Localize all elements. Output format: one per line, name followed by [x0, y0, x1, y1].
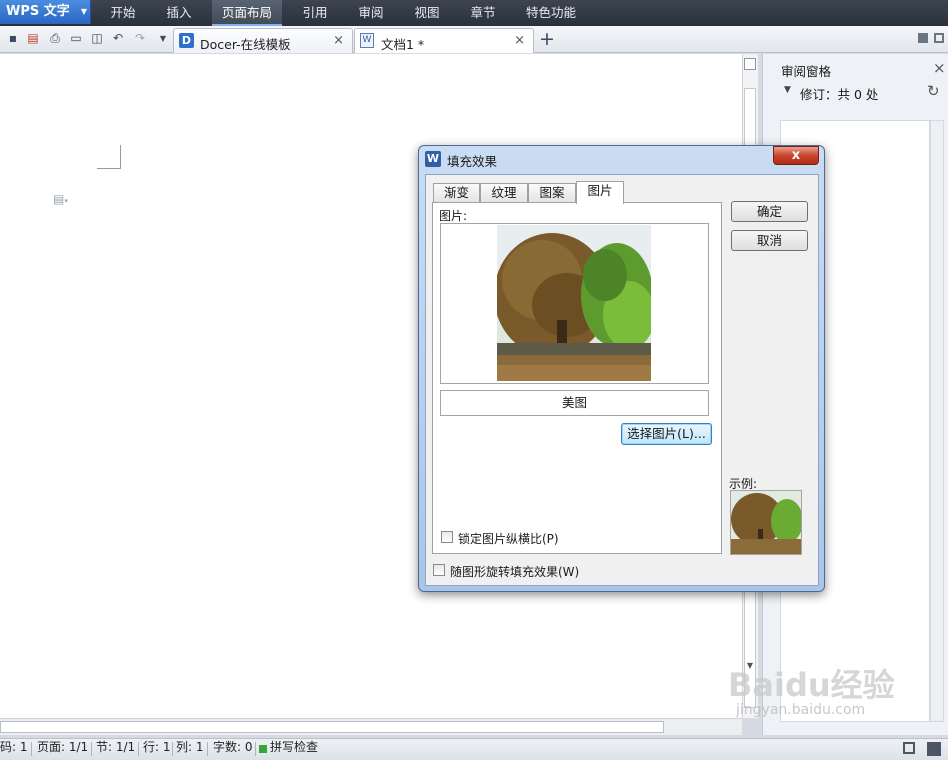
tab-gradient[interactable]: 渐变: [433, 183, 480, 203]
scroll-up-button[interactable]: [744, 58, 756, 70]
menu-review[interactable]: 审阅: [348, 0, 394, 26]
sample-preview: [730, 490, 802, 555]
rotate-fill-checkbox[interactable]: [433, 564, 445, 576]
customize-dropdown-icon[interactable]: ▼: [156, 31, 170, 46]
docer-icon: D: [179, 33, 194, 48]
chevron-down-icon: ▼: [80, 7, 87, 16]
watermark-url: jingyan.baidu.com: [736, 702, 866, 718]
chevron-down-icon[interactable]: ▼: [784, 85, 791, 95]
status-word-count[interactable]: 字数: 0: [213, 738, 253, 755]
review-scrollbar[interactable]: [930, 120, 944, 722]
status-divider: [255, 742, 256, 756]
close-tab-icon[interactable]: ×: [333, 33, 344, 48]
status-divider: [31, 742, 32, 756]
status-divider: [172, 742, 173, 756]
watermark-logo: Baidu经验: [728, 666, 895, 704]
page-corner-mark: [97, 145, 121, 169]
tab-label: Docer-在线模板: [200, 37, 291, 52]
dialog-title: 填充效果: [447, 154, 498, 169]
status-divider: [138, 742, 139, 756]
menu-references[interactable]: 引用: [292, 0, 338, 26]
status-section: 节: 1/1: [96, 740, 136, 754]
app-name: WPS 文字: [6, 4, 70, 19]
tab-label: 文档1 *: [381, 37, 425, 52]
status-divider: [207, 742, 208, 756]
redo-icon[interactable]: ↷: [133, 31, 147, 46]
menu-view[interactable]: 视图: [404, 0, 450, 26]
menu-special-features[interactable]: 特色功能: [516, 0, 586, 26]
tab-pattern[interactable]: 图案: [528, 183, 576, 203]
minimize-pane-icon[interactable]: [918, 33, 928, 43]
menu-home[interactable]: 开始: [100, 0, 146, 26]
revision-count: 修订：共 0 处: [800, 87, 879, 102]
print-preview-icon[interactable]: ▭: [69, 31, 83, 46]
tab-docer-templates[interactable]: D Docer-在线模板 ×: [173, 28, 353, 53]
preview-icon[interactable]: ◫: [90, 31, 104, 46]
status-row: 行: 1: [143, 740, 171, 754]
menu-chapter[interactable]: 章节: [460, 0, 506, 26]
tab-texture[interactable]: 纹理: [480, 183, 528, 203]
status-divider: [91, 742, 92, 756]
lock-aspect-label: 锁定图片纵横比(P): [458, 532, 559, 546]
dialog-close-button[interactable]: x: [773, 146, 819, 165]
export-pdf-icon[interactable]: ▤: [26, 31, 40, 46]
restore-pane-icon[interactable]: [934, 33, 944, 43]
cancel-button[interactable]: 取消: [731, 230, 808, 251]
tree-picture: [497, 225, 651, 381]
horizontal-scroll-thumb[interactable]: [0, 721, 664, 733]
tab-document1[interactable]: W 文档1 * ×: [354, 28, 534, 53]
save-icon[interactable]: ▪: [6, 31, 20, 46]
app-menu-button[interactable]: WPS 文字 ▼: [0, 0, 91, 24]
new-tab-button[interactable]: +: [538, 29, 556, 49]
status-page[interactable]: 页面: 1/1: [37, 738, 88, 755]
spell-check-icon: [259, 745, 267, 753]
document-icon: W: [360, 33, 374, 48]
tab-picture[interactable]: 图片: [576, 181, 624, 204]
close-pane-icon[interactable]: ×: [933, 59, 946, 77]
undo-icon[interactable]: ↶: [111, 31, 125, 46]
close-tab-icon[interactable]: ×: [514, 33, 525, 48]
select-picture-button[interactable]: 选择图片(L)...: [621, 423, 712, 445]
status-spell-check[interactable]: 拼写检查: [270, 738, 318, 755]
picture-name-field: 美图: [440, 390, 709, 416]
status-page-code: 码: 1: [0, 740, 28, 754]
picture-label: 图片:: [439, 209, 468, 223]
wps-writer-icon: W: [425, 151, 441, 167]
review-pane-title: 审阅窗格: [781, 64, 832, 79]
lock-aspect-checkbox[interactable]: [441, 531, 453, 543]
ok-button[interactable]: 确定: [731, 201, 808, 222]
menu-insert[interactable]: 插入: [156, 0, 202, 26]
paragraph-layout-icon[interactable]: ▤▾: [53, 192, 68, 206]
full-screen-icon[interactable]: [903, 742, 915, 754]
print-icon[interactable]: ⎙: [48, 31, 62, 46]
refresh-icon[interactable]: ↻: [927, 82, 940, 100]
rotate-fill-label: 随图形旋转填充效果(W): [450, 565, 580, 579]
status-column: 列: 1: [176, 740, 204, 754]
menu-page-layout[interactable]: 页面布局: [212, 0, 282, 26]
page-view-icon[interactable]: [927, 742, 941, 756]
